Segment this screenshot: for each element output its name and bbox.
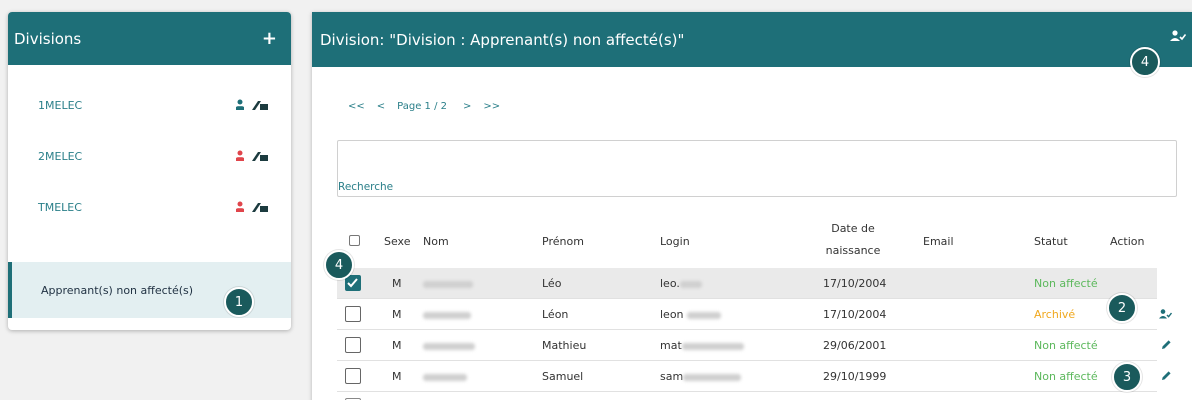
cell-dob: 17/10/2004 (823, 308, 887, 321)
col-header-email[interactable]: Email (923, 235, 954, 248)
assign-user-icon[interactable] (1159, 309, 1172, 319)
division-item-tmelec[interactable]: TMELEC (8, 182, 291, 232)
cell-sexe: M (392, 339, 402, 352)
divisions-title: Divisions (14, 29, 82, 48)
division-header: Division: "Division : Apprenant(s) non a… (312, 12, 1192, 67)
select-all-checkbox[interactable] (349, 235, 360, 246)
col-header-action: Action (1110, 235, 1145, 248)
cell-statut: Non affecté (1034, 370, 1098, 383)
add-division-button[interactable]: + (262, 29, 277, 48)
cell-statut: Non affecté (1034, 339, 1098, 352)
col-header-dob-line1[interactable]: Date de (828, 222, 878, 235)
cell-login: sam (660, 370, 742, 383)
cell-nom (423, 308, 471, 321)
divisions-panel: Divisions + 1MELEC 2MELEC TMELEC Apprena… (8, 12, 291, 330)
step-badge: 3 (1112, 362, 1142, 392)
cell-statut: Archivé (1034, 308, 1076, 321)
step-badge: 4 (324, 250, 354, 280)
cell-dob: 17/10/2004 (823, 277, 887, 290)
table-row[interactable]: M Léo leo. 17/10/2004 Non affecté (337, 268, 1157, 299)
edit-pencil-icon[interactable] (1161, 339, 1172, 350)
last-page-button[interactable]: >> (483, 101, 500, 112)
cell-statut: Non affecté (1034, 277, 1098, 290)
checkmark-icon (347, 278, 358, 288)
division-item-1melec[interactable]: 1MELEC (8, 80, 291, 130)
prev-page-button[interactable]: < (377, 101, 385, 112)
col-header-login[interactable]: Login (660, 235, 690, 248)
col-header-nom[interactable]: Nom (423, 235, 449, 248)
step-badge: 4 (1130, 47, 1160, 77)
col-header-sexe[interactable]: Sexe (384, 235, 411, 248)
cell-login: leo. (660, 277, 702, 290)
cell-sexe: M (392, 277, 402, 290)
cell-prenom: Léon (542, 308, 569, 321)
division-label: 2MELEC (38, 149, 83, 163)
cell-prenom: Samuel (542, 370, 584, 383)
next-page-button[interactable]: > (463, 101, 471, 112)
division-label: 1MELEC (38, 98, 83, 112)
division-detail-panel: Division: "Division : Apprenant(s) non a… (312, 12, 1192, 400)
row-checkbox[interactable] (345, 337, 361, 353)
division-item-2melec[interactable]: 2MELEC (8, 131, 291, 181)
student-icon[interactable] (235, 99, 245, 111)
search-label: Recherche (338, 181, 394, 193)
cell-dob: 29/10/1999 (823, 370, 887, 383)
cell-nom (423, 370, 467, 383)
building-icon[interactable] (251, 151, 269, 162)
student-icon[interactable] (235, 150, 245, 162)
division-label: TMELEC (38, 200, 82, 214)
cell-sexe: M (392, 308, 402, 321)
cell-nom (423, 277, 473, 290)
page-indicator: Page 1 / 2 (397, 101, 447, 112)
pagination: << < Page 1 / 2 > >> (348, 101, 512, 112)
col-header-prenom[interactable]: Prénom (542, 235, 584, 248)
table-row[interactable]: M Léon leon 17/10/2004 Archivé (337, 299, 1172, 330)
table-row[interactable]: M Mathieu mat 29/06/2001 Non affecté (337, 330, 1171, 361)
assign-user-icon[interactable] (1170, 30, 1186, 42)
first-page-button[interactable]: << (348, 101, 365, 112)
cell-prenom: Léo (542, 277, 562, 290)
building-icon[interactable] (251, 202, 269, 213)
edit-pencil-icon[interactable] (1161, 370, 1172, 381)
cell-login: mat (660, 339, 744, 352)
division-title: Division: "Division : Apprenant(s) non a… (320, 30, 685, 49)
table-row[interactable]: M Samuel sam 29/10/1999 Non affecté (337, 361, 1171, 392)
divisions-header: Divisions + (8, 12, 291, 65)
col-header-dob-line2[interactable]: naissance (821, 244, 885, 257)
cell-login: leon (660, 308, 722, 321)
step-badge: 1 (224, 287, 254, 317)
cell-sexe: M (392, 370, 402, 383)
row-checkbox[interactable] (345, 368, 361, 384)
division-label: Apprenant(s) non affecté(s) (41, 283, 194, 297)
row-checkbox[interactable] (345, 306, 361, 322)
col-header-statut[interactable]: Statut (1034, 235, 1068, 248)
cell-nom (423, 339, 475, 352)
cell-prenom: Mathieu (542, 339, 587, 352)
cell-dob: 29/06/2001 (823, 339, 887, 352)
step-badge: 2 (1107, 293, 1137, 323)
building-icon[interactable] (251, 100, 269, 111)
student-icon[interactable] (235, 201, 245, 213)
search-input[interactable]: Recherche (337, 140, 1177, 197)
